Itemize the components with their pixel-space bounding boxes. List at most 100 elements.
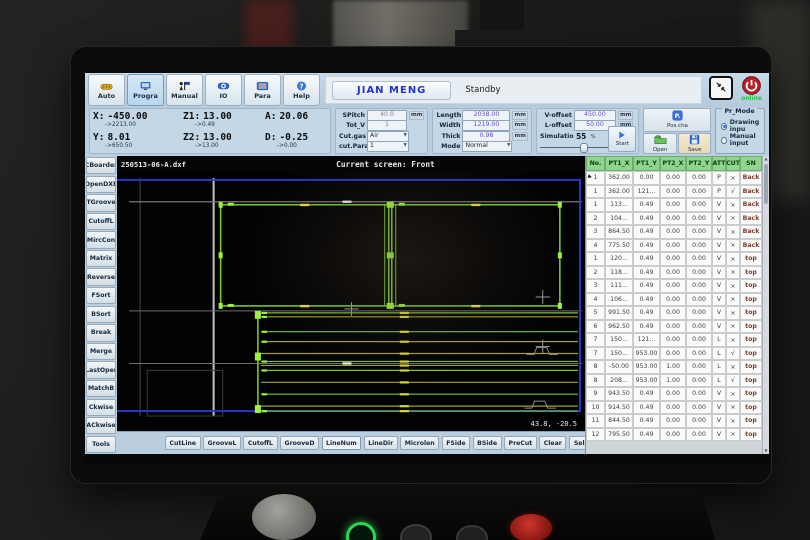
table-cell[interactable]: × [726, 266, 740, 280]
table-cell[interactable]: L [712, 347, 726, 361]
table-cell[interactable]: 0.49 [633, 239, 660, 253]
table-cell[interactable]: 1 [586, 198, 605, 212]
sidebar-item-bsort[interactable]: BSort [86, 306, 116, 323]
table-cell[interactable]: 0.49 [633, 252, 660, 266]
table-cell[interactable]: 0.00 [686, 225, 712, 239]
table-cell[interactable]: 0.00 [660, 252, 686, 266]
table-cell[interactable]: 0.00 [686, 306, 712, 320]
table-cell[interactable]: 0.00 [686, 320, 712, 334]
toolbar-button-microlen[interactable]: Microlen [400, 436, 439, 450]
table-cell[interactable]: √ [726, 374, 740, 388]
table-cell[interactable]: 0.00 [660, 387, 686, 401]
sidebar-item-cboarder[interactable]: CBoarder [86, 157, 116, 174]
table-cell[interactable]: top [740, 347, 762, 361]
table-cell[interactable]: 113... [605, 198, 633, 212]
table-cell[interactable]: 2 [586, 266, 605, 280]
sidebar-item-cutoffl[interactable]: CutoffL [86, 213, 116, 230]
table-cell[interactable]: top [740, 320, 762, 334]
table-cell[interactable]: 121... [633, 185, 660, 199]
table-cell[interactable]: 795.50 [605, 428, 633, 442]
sidebar-item-lastoper[interactable]: LastOper [86, 361, 116, 378]
table-cell[interactable]: 0.00 [660, 293, 686, 307]
table-cell[interactable]: × [726, 306, 740, 320]
table-cell[interactable]: 953.00 [633, 347, 660, 361]
table-cell[interactable]: Back [740, 171, 762, 185]
sidebar-item-matchb[interactable]: MatchB [86, 380, 116, 397]
table-cell[interactable]: 0.00 [660, 428, 686, 442]
table-cell[interactable]: × [726, 414, 740, 428]
table-cell[interactable]: 0.00 [686, 171, 712, 185]
table-cell[interactable]: V [712, 428, 726, 442]
table-cell[interactable]: P [712, 171, 726, 185]
save-button[interactable]: Save [678, 133, 712, 155]
table-cell[interactable]: -50.00 [605, 360, 633, 374]
table-cell[interactable]: top [740, 428, 762, 442]
sidebar-item-tools[interactable]: Tools [86, 436, 116, 453]
table-cell[interactable]: V [712, 266, 726, 280]
table-cell[interactable]: L [712, 360, 726, 374]
param-select[interactable]: Air▼ [367, 131, 409, 142]
sidebar-item-ackwise[interactable]: ACkwise [86, 417, 116, 434]
table-cell[interactable]: × [726, 293, 740, 307]
table-cell[interactable]: × [726, 198, 740, 212]
toolbar-button-bside[interactable]: BSide [473, 436, 502, 450]
table-cell[interactable]: × [726, 333, 740, 347]
table-cell[interactable]: 362.00 [605, 185, 633, 199]
table-cell[interactable]: 5 [586, 306, 605, 320]
table-cell[interactable]: 0.00 [686, 387, 712, 401]
table-cell[interactable]: 0.00 [686, 333, 712, 347]
table-cell[interactable]: 0.00 [660, 279, 686, 293]
table-cell[interactable]: V [712, 239, 726, 253]
table-cell[interactable]: 943.50 [605, 387, 633, 401]
table-cell[interactable]: 0.00 [686, 252, 712, 266]
table-cell[interactable]: 0.00 [686, 266, 712, 280]
table-cell[interactable]: 120... [605, 252, 633, 266]
table-cell[interactable]: V [712, 414, 726, 428]
table-cell[interactable]: 111... [605, 279, 633, 293]
table-cell[interactable]: × [726, 252, 740, 266]
table-cell[interactable]: Back [740, 198, 762, 212]
table-cell[interactable]: 208... [605, 374, 633, 388]
table-cell[interactable]: top [740, 360, 762, 374]
table-cell[interactable]: 7 [586, 333, 605, 347]
table-cell[interactable]: 0.49 [633, 320, 660, 334]
table-cell[interactable]: 1 [586, 185, 605, 199]
table-cell[interactable]: top [740, 374, 762, 388]
sidebar-item-break[interactable]: Break [86, 324, 116, 341]
toolbar-button-linedir[interactable]: LineDir [364, 436, 398, 450]
table-cell[interactable]: top [740, 293, 762, 307]
toolbar-button-groovel[interactable]: GrooveL [203, 436, 241, 450]
table-cell[interactable]: V [712, 252, 726, 266]
table-cell[interactable]: × [726, 239, 740, 253]
table-cell[interactable]: × [726, 428, 740, 442]
nav-button-help[interactable]: ?Help [283, 74, 320, 106]
table-cell[interactable]: × [726, 171, 740, 185]
table-cell[interactable]: 150... [605, 333, 633, 347]
table-cell[interactable]: 9 [586, 387, 605, 401]
table-cell[interactable]: × [726, 212, 740, 226]
toolbar-button-grooved[interactable]: GrooveD [280, 436, 319, 450]
table-cell[interactable]: V [712, 198, 726, 212]
drawing-viewport[interactable] [117, 172, 585, 418]
scroll-up-icon[interactable]: ▲ [764, 156, 767, 162]
param-select[interactable]: 1▼ [367, 141, 409, 152]
table-cell[interactable]: top [740, 333, 762, 347]
table-cell[interactable]: 0.49 [633, 279, 660, 293]
table-cell[interactable]: top [740, 279, 762, 293]
table-cell[interactable]: 0.00 [686, 374, 712, 388]
table-cell[interactable]: × [726, 279, 740, 293]
toolbar-button-precut[interactable]: PreCut [504, 436, 537, 450]
sidebar-item-opendxf[interactable]: OpenDXF [86, 176, 116, 193]
scroll-down-icon[interactable]: ▼ [764, 448, 767, 454]
table-cell[interactable]: 0.49 [633, 198, 660, 212]
table-cell[interactable]: 1 [586, 171, 605, 185]
sidebar-item-matrix[interactable]: Matrix [86, 250, 116, 267]
table-cell[interactable]: 8 [586, 374, 605, 388]
param-field[interactable]: 0.98 [462, 131, 510, 142]
table-cell[interactable]: V [712, 225, 726, 239]
table-cell[interactable]: 4 [586, 293, 605, 307]
table-cell[interactable]: × [726, 320, 740, 334]
nav-button-progra[interactable]: Progra [127, 74, 164, 106]
table-cell[interactable]: 0.00 [660, 225, 686, 239]
sidebar-item-merge[interactable]: Merge [86, 343, 116, 360]
